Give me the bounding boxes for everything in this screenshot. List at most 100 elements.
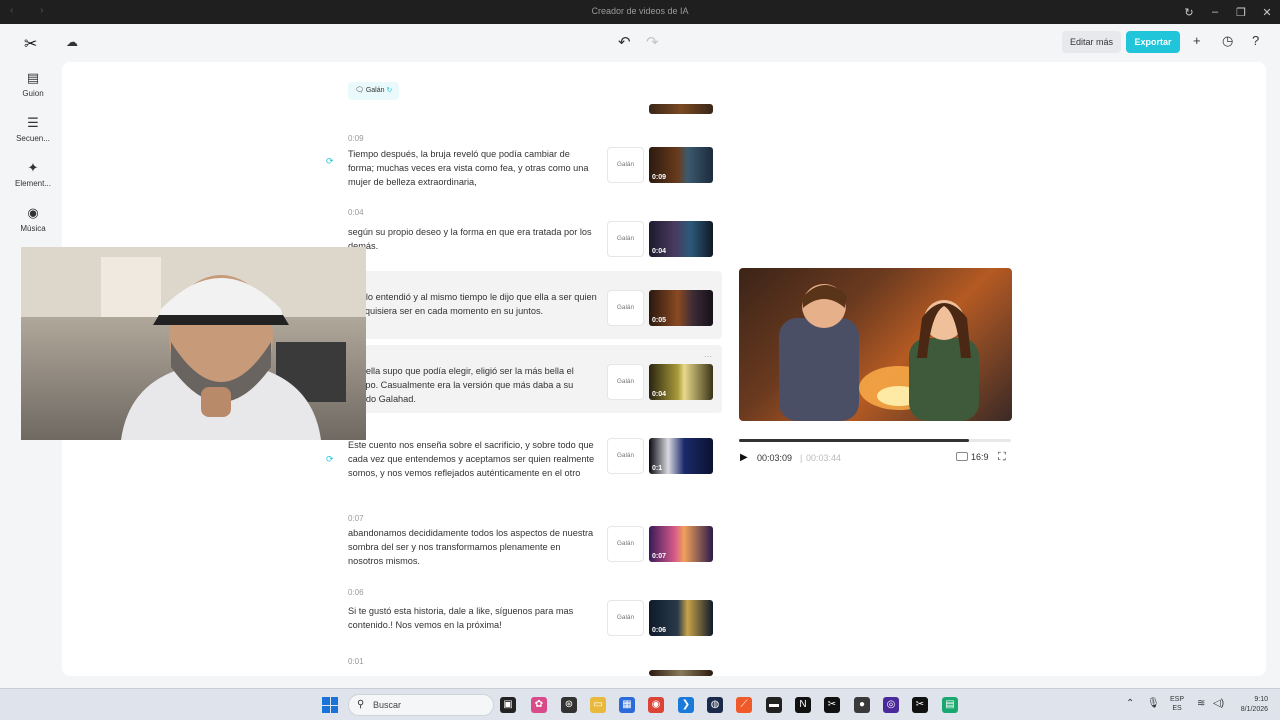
- scene-thumbnail[interactable]: 0:04: [649, 364, 713, 400]
- scene-thumbnail[interactable]: [649, 670, 713, 676]
- regenerate-icon[interactable]: ⟳: [326, 156, 334, 167]
- copilot-icon[interactable]: ✿: [531, 697, 547, 713]
- redo-icon[interactable]: ↷: [646, 33, 659, 51]
- clock-time: 9:10: [1254, 696, 1268, 703]
- sidebar-item-label: Secuen...: [16, 134, 50, 143]
- scene-text[interactable]: had lo entendió y al mismo tiempo le dij…: [348, 290, 598, 318]
- language-indicator[interactable]: ESP ES: [1170, 695, 1184, 713]
- scene-thumbnail[interactable]: 0:09: [649, 147, 713, 183]
- steam-icon[interactable]: ◍: [707, 697, 723, 713]
- sidebar-item-music[interactable]: ◉ Música: [8, 205, 58, 233]
- aspect-ratio-icon: [956, 452, 968, 461]
- more-options-icon[interactable]: ···: [704, 352, 712, 361]
- scene-voice-button[interactable]: Galán: [607, 290, 644, 326]
- capcut-icon[interactable]: ✂: [824, 697, 840, 713]
- scene-text[interactable]: Este cuento nos enseña sobre el sacrific…: [348, 438, 598, 480]
- scene-voice-button[interactable]: Galán: [607, 221, 644, 257]
- window-titlebar: ‹ › Creador de videos de IA ↻ – ❐ ✕: [0, 0, 1280, 24]
- sidebar-item-label: Element...: [14, 179, 51, 188]
- aspect-ratio-button[interactable]: 16:9: [956, 452, 989, 462]
- system-clock[interactable]: 9:10 8/1/2026: [1226, 695, 1268, 715]
- scene-thumbnail[interactable]: [649, 104, 713, 114]
- search-icon: ⚲: [357, 699, 365, 710]
- sidebar-item-elements[interactable]: ✦ Element...: [8, 160, 58, 188]
- regenerate-icon[interactable]: ⟳: [326, 454, 334, 465]
- minimize-icon[interactable]: –: [1202, 0, 1228, 24]
- refresh-icon: ↻: [386, 87, 393, 94]
- video-preview[interactable]: [739, 268, 1012, 421]
- webcam-feed: [21, 247, 366, 440]
- scene-voice-button[interactable]: Galán: [607, 526, 644, 562]
- microphone-icon[interactable]: 🎙: [1147, 698, 1160, 709]
- terminal-icon[interactable]: ▬: [766, 697, 782, 713]
- volume-icon[interactable]: ◁): [1213, 698, 1224, 709]
- music-icon: ◉: [27, 205, 39, 220]
- tray-chevron-icon[interactable]: ⌃: [1126, 698, 1134, 709]
- window-controls: ↻ – ❐ ✕: [1176, 0, 1280, 24]
- windows-taskbar: ⚲ Buscar ▣ ✿ ⊛ ▭ ▦ ◉ ❯ ◍ ⟋ ▬ N ✂ ● ◎ ✂ ▤…: [0, 688, 1280, 720]
- task-view-icon[interactable]: ▣: [500, 697, 516, 713]
- close-icon[interactable]: ✕: [1254, 0, 1280, 24]
- scene-duration-label: 0:07: [348, 514, 364, 523]
- scene-text[interactable]: Tiempo después, la bruja reveló que podí…: [348, 147, 598, 189]
- fullscreen-icon[interactable]: ⛶: [998, 451, 1006, 464]
- script-icon: ▤: [26, 70, 40, 85]
- scene-voice-button[interactable]: Galán: [607, 438, 644, 474]
- voice-icon: 🗨: [355, 87, 364, 94]
- cloud-sync-icon[interactable]: ☁: [66, 35, 78, 49]
- voice-selector-chip[interactable]: 🗨 Galán ↻: [348, 82, 400, 100]
- vscode-icon[interactable]: ❯: [678, 697, 694, 713]
- preview-frame: [779, 284, 979, 421]
- language-bottom: ES: [1172, 705, 1182, 712]
- notepad-icon[interactable]: ▤: [942, 697, 958, 713]
- sidebar-item-sequence[interactable]: ☰ Secuen...: [8, 115, 58, 143]
- scene-duration-label: 0:04: [348, 208, 364, 217]
- store-icon[interactable]: ▦: [619, 697, 635, 713]
- scene-voice-button[interactable]: Galán: [607, 364, 644, 400]
- scene-thumbnail[interactable]: 0:06: [649, 600, 713, 636]
- scene-thumbnail[interactable]: 0:04: [649, 221, 713, 257]
- edit-more-button[interactable]: Editar más: [1062, 31, 1122, 53]
- search-placeholder: Buscar: [373, 700, 402, 710]
- capcut-active-icon[interactable]: ✂: [912, 697, 928, 713]
- scene-voice-button[interactable]: Galán: [607, 147, 644, 183]
- webcam-overlay: [21, 247, 366, 440]
- restore-icon[interactable]: ❐: [1228, 0, 1254, 24]
- capcut-logo-icon[interactable]: ✂: [24, 34, 37, 54]
- scene-text[interactable]: abandonamos decididamente todos los aspe…: [348, 526, 598, 568]
- undo-icon[interactable]: ↶: [618, 33, 631, 51]
- taskbar-search-box[interactable]: ⚲ Buscar: [348, 694, 494, 716]
- wifi-icon[interactable]: ≋: [1197, 698, 1205, 709]
- scene-text[interactable]: ndo ella supo que podía elegir, eligió s…: [348, 364, 598, 406]
- sidebar-item-script[interactable]: ▤ Guion: [8, 70, 58, 98]
- clock-date: 8/1/2026: [1240, 706, 1268, 713]
- current-time: 00:03:09: [757, 453, 793, 463]
- scene-thumbnail[interactable]: 0:07: [649, 526, 713, 562]
- playback-progress-bar[interactable]: [739, 439, 1011, 442]
- scene-text[interactable]: Si te gustó esta historia, dale a like, …: [348, 604, 598, 632]
- thumbnail-duration: 0:1: [652, 465, 663, 472]
- help-icon[interactable]: ?: [1252, 33, 1259, 48]
- chatgpt-icon[interactable]: ⊛: [561, 697, 577, 713]
- chrome-icon[interactable]: ◉: [648, 697, 664, 713]
- elements-icon: ✦: [27, 160, 39, 175]
- scene-duration-label: 0:06: [348, 588, 364, 597]
- language-top: ESP: [1170, 696, 1185, 703]
- history-icon[interactable]: ◷: [1222, 33, 1233, 49]
- play-icon[interactable]: ▶: [740, 452, 748, 463]
- scene-thumbnail[interactable]: 0:1: [649, 438, 713, 474]
- notion-icon[interactable]: N: [795, 697, 811, 713]
- export-button[interactable]: Exportar: [1126, 31, 1180, 53]
- scene-text[interactable]: según su propio deseo y la forma en que …: [348, 225, 598, 253]
- file-explorer-icon[interactable]: ▭: [590, 697, 606, 713]
- windows-start-icon[interactable]: [322, 697, 338, 713]
- scene-thumbnail[interactable]: 0:05: [649, 290, 713, 326]
- obs-icon[interactable]: ◎: [883, 697, 899, 713]
- time-separator: |: [800, 453, 803, 463]
- github-icon[interactable]: ●: [854, 697, 870, 713]
- plus-icon[interactable]: +: [1193, 33, 1201, 48]
- thumbnail-duration: 0:05: [652, 317, 667, 324]
- brave-icon[interactable]: ⟋: [736, 697, 752, 713]
- scene-voice-button[interactable]: Galán: [607, 600, 644, 636]
- refresh-icon[interactable]: ↻: [1176, 0, 1202, 24]
